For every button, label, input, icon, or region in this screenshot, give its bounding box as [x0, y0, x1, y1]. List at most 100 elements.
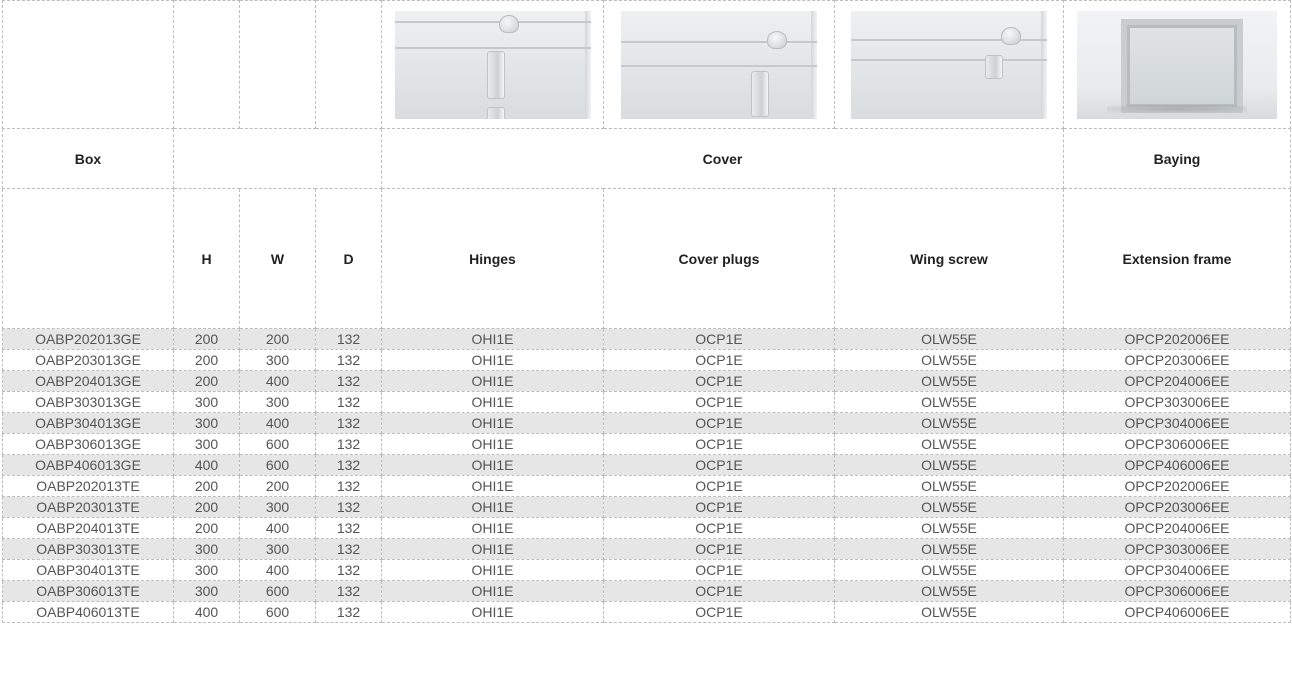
table-row: OABP202013TE 200 200 132 OHI1E OCP1E OLW55E OPC…	[2, 475, 1291, 497]
cell-width: 400	[239, 517, 316, 539]
cell-box-article: OABP204013TE	[2, 517, 174, 539]
accessories-table: Box Cover Baying H W D Hinges Cover plug…	[2, 0, 1291, 623]
table-row: OABP304013TE 300 400 132 OHI1E OCP1E OLW55E OPC…	[2, 559, 1291, 581]
cell-depth: 132	[315, 433, 382, 455]
empty-cell	[239, 0, 316, 129]
cell-width: 400	[239, 412, 316, 434]
cell-depth: 132	[315, 391, 382, 413]
table-row: OABP203013GE 200 300 132 OHI1E OCP1E OLW55E OPC…	[2, 349, 1291, 371]
cell-wing-screw: OLW55E	[834, 538, 1064, 560]
cell-cover-plugs: OCP1E	[603, 391, 835, 413]
cell-width: 300	[239, 496, 316, 518]
cell-hinges: OHI1E	[381, 370, 604, 392]
column-header-cover-plugs: Cover plugs	[603, 188, 835, 329]
extension-frame-image-cell	[1063, 0, 1291, 129]
column-header-d: D	[315, 188, 382, 329]
cell-extension-frame: OPCP306006EE	[1063, 433, 1291, 455]
cell-extension-frame: OPCP303006EE	[1063, 538, 1291, 560]
cell-width: 200	[239, 328, 316, 350]
cell-hinges: OHI1E	[381, 475, 604, 497]
cell-extension-frame: OPCP304006EE	[1063, 412, 1291, 434]
cell-depth: 132	[315, 580, 382, 602]
group-header-box: Box	[2, 128, 174, 189]
cell-depth: 132	[315, 559, 382, 581]
cell-wing-screw: OLW55E	[834, 370, 1064, 392]
column-header-wing-screw: Wing screw	[834, 188, 1064, 329]
cell-height: 300	[173, 433, 240, 455]
cell-box-article: OABP303013TE	[2, 538, 174, 560]
cell-cover-plugs: OCP1E	[603, 454, 835, 476]
image-row	[2, 0, 1291, 129]
cell-width: 600	[239, 433, 316, 455]
cell-hinges: OHI1E	[381, 328, 604, 350]
cell-hinges: OHI1E	[381, 559, 604, 581]
table-row: OABP303013GE 300 300 132 OHI1E OCP1E OLW55E OPC…	[2, 391, 1291, 413]
table-row: OABP203013TE 200 300 132 OHI1E OCP1E OLW55E OPC…	[2, 496, 1291, 518]
table-row: OABP204013TE 200 400 132 OHI1E OCP1E OLW55E OPC…	[2, 517, 1291, 539]
cell-height: 200	[173, 328, 240, 350]
cell-cover-plugs: OCP1E	[603, 517, 835, 539]
cover-plugs-image-cell	[603, 0, 835, 129]
cell-cover-plugs: OCP1E	[603, 475, 835, 497]
cell-wing-screw: OLW55E	[834, 391, 1064, 413]
cell-height: 200	[173, 349, 240, 371]
cell-hinges: OHI1E	[381, 454, 604, 476]
cell-box-article: OABP203013TE	[2, 496, 174, 518]
cell-box-article: OABP202013TE	[2, 475, 174, 497]
group-header-row: Box Cover Baying	[2, 128, 1291, 189]
cell-height: 300	[173, 391, 240, 413]
table-row: OABP306013GE 300 600 132 OHI1E OCP1E OLW55E OPC…	[2, 433, 1291, 455]
cell-height: 300	[173, 538, 240, 560]
cell-box-article: OABP306013GE	[2, 433, 174, 455]
cell-depth: 132	[315, 328, 382, 350]
column-header-w: W	[239, 188, 316, 329]
cell-depth: 132	[315, 370, 382, 392]
cell-depth: 132	[315, 412, 382, 434]
cell-box-article: OABP202013GE	[2, 328, 174, 350]
empty-cell	[173, 128, 382, 189]
cell-height: 400	[173, 601, 240, 623]
empty-cell	[2, 188, 174, 329]
cell-wing-screw: OLW55E	[834, 475, 1064, 497]
cell-height: 200	[173, 517, 240, 539]
cell-width: 300	[239, 391, 316, 413]
empty-cell	[173, 0, 240, 129]
cell-hinges: OHI1E	[381, 538, 604, 560]
column-header-hinges: Hinges	[381, 188, 604, 329]
cell-depth: 132	[315, 496, 382, 518]
cell-extension-frame: OPCP406006EE	[1063, 601, 1291, 623]
cell-box-article: OABP303013GE	[2, 391, 174, 413]
cell-height: 300	[173, 559, 240, 581]
cell-width: 600	[239, 580, 316, 602]
cell-height: 300	[173, 580, 240, 602]
cell-extension-frame: OPCP304006EE	[1063, 559, 1291, 581]
cell-wing-screw: OLW55E	[834, 454, 1064, 476]
column-header-extension-frame: Extension frame	[1063, 188, 1291, 329]
cell-wing-screw: OLW55E	[834, 349, 1064, 371]
group-header-cover: Cover	[381, 128, 1064, 189]
cell-extension-frame: OPCP203006EE	[1063, 496, 1291, 518]
cell-width: 600	[239, 454, 316, 476]
cell-hinges: OHI1E	[381, 580, 604, 602]
cell-box-article: OABP306013TE	[2, 580, 174, 602]
wing-screw-photo	[851, 10, 1047, 119]
cell-cover-plugs: OCP1E	[603, 412, 835, 434]
table-row: OABP204013GE 200 400 132 OHI1E OCP1E OLW55E OPC…	[2, 370, 1291, 392]
cell-extension-frame: OPCP204006EE	[1063, 370, 1291, 392]
cell-box-article: OABP204013GE	[2, 370, 174, 392]
cell-wing-screw: OLW55E	[834, 412, 1064, 434]
cell-depth: 132	[315, 517, 382, 539]
cell-height: 300	[173, 412, 240, 434]
cell-width: 400	[239, 370, 316, 392]
cell-hinges: OHI1E	[381, 601, 604, 623]
table-row: OABP303013TE 300 300 132 OHI1E OCP1E OLW55E OPC…	[2, 538, 1291, 560]
cell-box-article: OABP406013GE	[2, 454, 174, 476]
cell-wing-screw: OLW55E	[834, 517, 1064, 539]
cell-box-article: OABP304013GE	[2, 412, 174, 434]
cell-box-article: OABP203013GE	[2, 349, 174, 371]
cell-cover-plugs: OCP1E	[603, 496, 835, 518]
cell-hinges: OHI1E	[381, 349, 604, 371]
cell-box-article: OABP304013TE	[2, 559, 174, 581]
cell-width: 300	[239, 538, 316, 560]
cell-cover-plugs: OCP1E	[603, 559, 835, 581]
